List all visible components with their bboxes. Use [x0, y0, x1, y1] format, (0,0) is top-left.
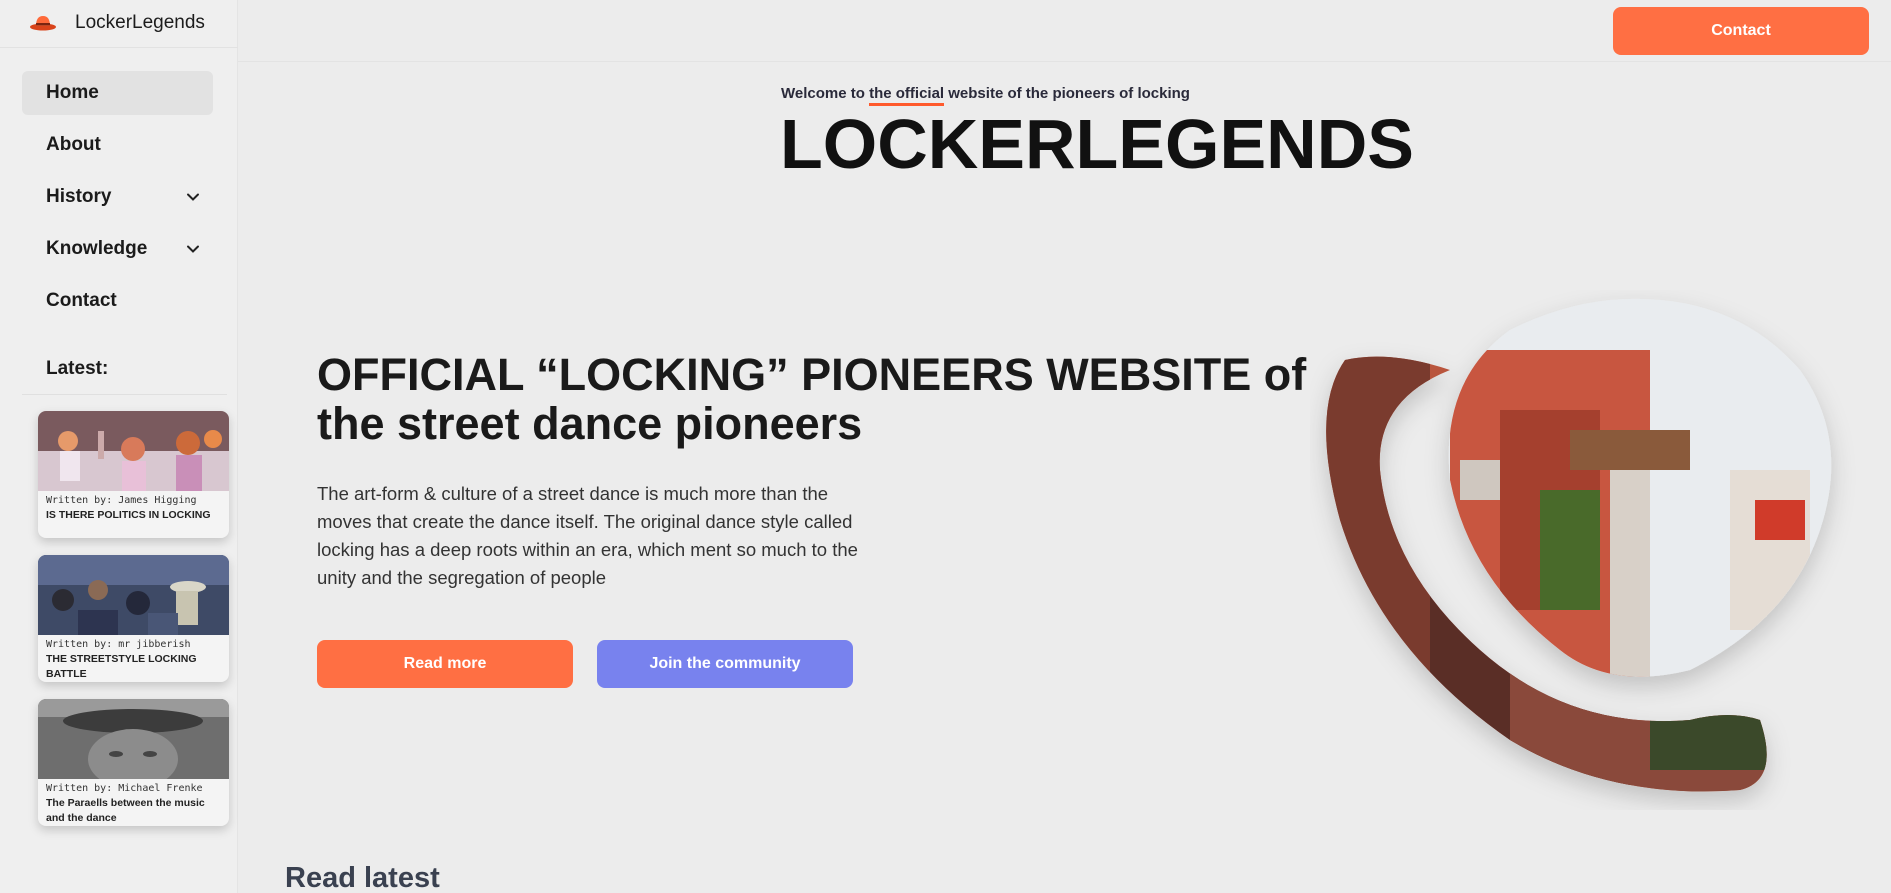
sidebar-item-label: Contact	[46, 290, 117, 311]
welcome-suffix: website of the pioneers of locking	[944, 85, 1190, 102]
hero-title: OFFICIAL “LOCKING” PIONEERS WEBSITE of t…	[317, 349, 1307, 449]
join-community-button[interactable]: Join the community	[597, 640, 853, 688]
sidebar-item-home[interactable]: Home	[22, 71, 213, 115]
article-title: IS THERE POLITICS IN LOCKING	[46, 509, 211, 521]
latest-card[interactable]: Written by: mr jibberish THE STREETSTYLE…	[38, 555, 229, 682]
article-thumbnail	[38, 411, 229, 491]
sidebar-item-label: Home	[46, 82, 99, 103]
divider	[22, 394, 227, 395]
sidebar: LockerLegends Home About History Knowled…	[0, 0, 238, 893]
article-thumbnail	[38, 555, 229, 635]
section-heading: Read latest	[285, 862, 440, 893]
chevron-down-icon[interactable]	[185, 241, 201, 257]
welcome-tagline: Welcome to the official website of the p…	[781, 85, 1190, 106]
hero-description: The art-form & culture of a street dance…	[317, 483, 858, 588]
article-author: Written by: Michael Frenke	[46, 783, 203, 794]
welcome-highlight: the official	[869, 85, 945, 106]
latest-card[interactable]: Written by: James Higging IS THERE POLIT…	[38, 411, 229, 538]
latest-heading: Latest:	[46, 358, 109, 379]
latest-card[interactable]: Written by: Michael Frenke The Paraells …	[38, 699, 229, 826]
sidebar-item-knowledge[interactable]: Knowledge	[22, 227, 213, 271]
sidebar-item-about[interactable]: About	[22, 123, 213, 167]
read-more-button[interactable]: Read more	[317, 640, 573, 688]
page-title: LOCKERLEGENDS	[780, 105, 1414, 183]
contact-button[interactable]: Contact	[1613, 7, 1869, 55]
article-title: The Paraells between the music and the d…	[46, 797, 205, 824]
welcome-prefix: Welcome to	[781, 85, 870, 102]
sidebar-item-history[interactable]: History	[22, 175, 213, 219]
sidebar-item-contact[interactable]: Contact	[22, 279, 213, 323]
article-title: THE STREETSTYLE LOCKING BATTLE	[46, 653, 197, 680]
sidebar-item-label: Knowledge	[46, 238, 148, 259]
chevron-down-icon[interactable]	[185, 189, 201, 205]
article-thumbnail	[38, 699, 229, 779]
hero-image	[1326, 298, 1832, 792]
brand-name: LockerLegends	[75, 12, 205, 33]
hat-icon	[30, 16, 56, 31]
article-author: Written by: mr jibberish	[46, 639, 191, 650]
sidebar-item-label: About	[46, 134, 101, 155]
sidebar-item-label: History	[46, 186, 112, 207]
brand-bar[interactable]: LockerLegends	[0, 0, 238, 48]
article-author: Written by: James Higging	[46, 495, 197, 506]
